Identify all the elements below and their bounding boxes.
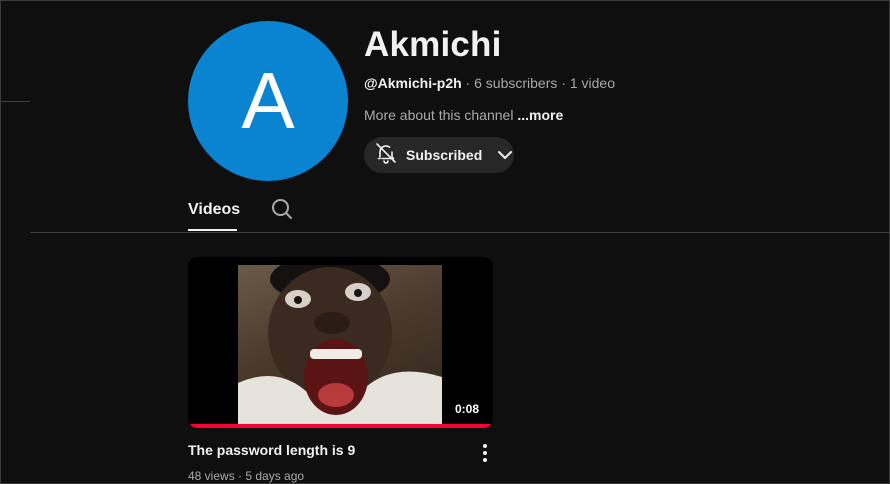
chevron-down-icon — [496, 146, 514, 164]
channel-page: A Akmichi @Akmichi-p2h · 6 subscribers ·… — [0, 0, 890, 484]
video-title[interactable]: The password length is 9 — [188, 442, 355, 458]
video-meta: 48 views · 5 days ago — [188, 469, 304, 483]
meta-separator: · — [557, 75, 570, 91]
more-link[interactable]: ...more — [517, 107, 563, 123]
subscribed-button[interactable]: Subscribed — [364, 137, 514, 173]
sidebar-divider — [1, 101, 30, 102]
kebab-dot — [483, 444, 487, 448]
meta-separator: · — [461, 75, 475, 91]
about-text: More about this channel — [364, 107, 514, 123]
avatar-letter: A — [241, 56, 295, 145]
channel-name: Akmichi — [364, 25, 502, 64]
meta-separator: · — [234, 469, 246, 483]
video-card[interactable]: 0:08 The password length is 9 48 views ·… — [188, 257, 493, 483]
video-count: 1 video — [569, 75, 615, 91]
video-duration: 0:08 — [450, 401, 483, 417]
tabs-divider — [30, 232, 889, 233]
channel-meta: @Akmichi-p2h · 6 subscribers · 1 video — [364, 75, 615, 91]
bell-off-icon — [374, 141, 398, 170]
channel-about[interactable]: More about this channel ...more — [364, 107, 563, 123]
more-vert-icon[interactable] — [477, 443, 493, 463]
view-count: 48 views — [188, 469, 235, 483]
kebab-dot — [483, 451, 487, 455]
tab-videos[interactable]: Videos — [188, 201, 240, 219]
thumbnail-image — [238, 265, 442, 424]
upload-age: 5 days ago — [245, 469, 305, 483]
channel-avatar[interactable]: A — [188, 21, 348, 181]
search-icon[interactable] — [270, 197, 294, 221]
video-thumbnail[interactable]: 0:08 — [188, 257, 493, 428]
subscriber-count: 6 subscribers — [474, 75, 558, 91]
subscribed-label: Subscribed — [406, 147, 483, 163]
watch-progress-fill — [188, 424, 493, 428]
tab-active-indicator — [188, 229, 237, 231]
watch-progress-bar — [188, 424, 493, 428]
channel-handle: @Akmichi-p2h — [364, 75, 462, 91]
kebab-dot — [483, 458, 487, 462]
